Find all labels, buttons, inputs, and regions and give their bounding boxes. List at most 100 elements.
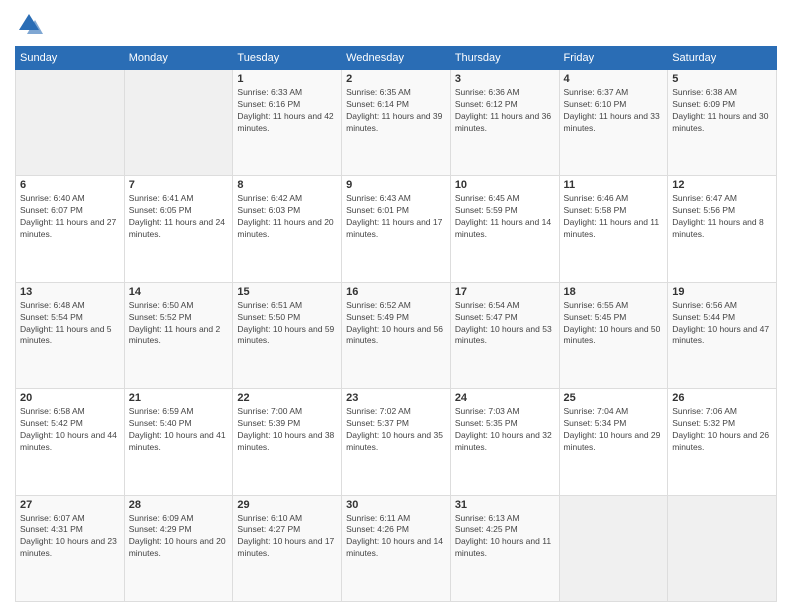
week-row-4: 27 Sunrise: 6:07 AM Sunset: 4:31 PM Dayli…: [16, 495, 777, 601]
day-info: Sunrise: 6:36 AM Sunset: 6:12 PM Dayligh…: [455, 87, 555, 135]
day-info: Sunrise: 6:56 AM Sunset: 5:44 PM Dayligh…: [672, 300, 772, 348]
day-number: 6: [20, 179, 120, 191]
day-info: Sunrise: 6:43 AM Sunset: 6:01 PM Dayligh…: [346, 193, 446, 241]
day-number: 17: [455, 286, 555, 298]
weekday-row: SundayMondayTuesdayWednesdayThursdayFrid…: [16, 47, 777, 70]
day-info: Sunrise: 6:55 AM Sunset: 5:45 PM Dayligh…: [564, 300, 664, 348]
day-info: Sunrise: 6:35 AM Sunset: 6:14 PM Dayligh…: [346, 87, 446, 135]
day-info: Sunrise: 6:42 AM Sunset: 6:03 PM Dayligh…: [237, 193, 337, 241]
calendar-cell: 30 Sunrise: 6:11 AM Sunset: 4:26 PM Dayli…: [342, 495, 451, 601]
calendar-cell: 15 Sunrise: 6:51 AM Sunset: 5:50 PM Dayli…: [233, 282, 342, 388]
logo-icon: [15, 10, 43, 38]
calendar-cell: [16, 70, 125, 176]
day-number: 28: [129, 499, 229, 511]
calendar-header: SundayMondayTuesdayWednesdayThursdayFrid…: [16, 47, 777, 70]
logo: [15, 10, 47, 38]
day-info: Sunrise: 6:09 AM Sunset: 4:29 PM Dayligh…: [129, 513, 229, 561]
day-number: 31: [455, 499, 555, 511]
calendar-cell: [668, 495, 777, 601]
day-number: 1: [237, 73, 337, 85]
calendar-cell: [124, 70, 233, 176]
day-info: Sunrise: 6:07 AM Sunset: 4:31 PM Dayligh…: [20, 513, 120, 561]
day-number: 9: [346, 179, 446, 191]
day-number: 5: [672, 73, 772, 85]
calendar-cell: 1Sunrise: 6:33 AM Sunset: 6:16 PM Daylig…: [233, 70, 342, 176]
day-number: 3: [455, 73, 555, 85]
day-info: Sunrise: 7:06 AM Sunset: 5:32 PM Dayligh…: [672, 406, 772, 454]
calendar-cell: 31 Sunrise: 6:13 AM Sunset: 4:25 PM Dayli…: [450, 495, 559, 601]
calendar-cell: 17 Sunrise: 6:54 AM Sunset: 5:47 PM Dayli…: [450, 282, 559, 388]
day-info: Sunrise: 6:38 AM Sunset: 6:09 PM Dayligh…: [672, 87, 772, 135]
calendar-cell: 22Sunrise: 7:00 AM Sunset: 5:39 PM Dayli…: [233, 389, 342, 495]
day-info: Sunrise: 6:13 AM Sunset: 4:25 PM Dayligh…: [455, 513, 555, 561]
day-number: 24: [455, 392, 555, 404]
week-row-2: 13Sunrise: 6:48 AM Sunset: 5:54 PM Dayli…: [16, 282, 777, 388]
calendar-cell: 24Sunrise: 7:03 AM Sunset: 5:35 PM Dayli…: [450, 389, 559, 495]
day-info: Sunrise: 6:59 AM Sunset: 5:40 PM Dayligh…: [129, 406, 229, 454]
calendar-cell: 9 Sunrise: 6:43 AM Sunset: 6:01 PM Daylig…: [342, 176, 451, 282]
calendar-cell: 14 Sunrise: 6:50 AM Sunset: 5:52 PM Dayli…: [124, 282, 233, 388]
weekday-header-thursday: Thursday: [450, 47, 559, 70]
calendar-cell: 4 Sunrise: 6:37 AM Sunset: 6:10 PM Daylig…: [559, 70, 668, 176]
day-info: Sunrise: 6:54 AM Sunset: 5:47 PM Dayligh…: [455, 300, 555, 348]
weekday-header-monday: Monday: [124, 47, 233, 70]
week-row-3: 20 Sunrise: 6:58 AM Sunset: 5:42 PM Dayli…: [16, 389, 777, 495]
calendar-cell: 19Sunrise: 6:56 AM Sunset: 5:44 PM Dayli…: [668, 282, 777, 388]
week-row-0: 1Sunrise: 6:33 AM Sunset: 6:16 PM Daylig…: [16, 70, 777, 176]
day-number: 12: [672, 179, 772, 191]
day-number: 7: [129, 179, 229, 191]
day-info: Sunrise: 6:10 AM Sunset: 4:27 PM Dayligh…: [237, 513, 337, 561]
day-info: Sunrise: 6:41 AM Sunset: 6:05 PM Dayligh…: [129, 193, 229, 241]
day-info: Sunrise: 7:04 AM Sunset: 5:34 PM Dayligh…: [564, 406, 664, 454]
day-number: 29: [237, 499, 337, 511]
calendar-cell: 3 Sunrise: 6:36 AM Sunset: 6:12 PM Daylig…: [450, 70, 559, 176]
day-number: 30: [346, 499, 446, 511]
calendar-cell: 6 Sunrise: 6:40 AM Sunset: 6:07 PM Daylig…: [16, 176, 125, 282]
calendar-cell: 8Sunrise: 6:42 AM Sunset: 6:03 PM Daylig…: [233, 176, 342, 282]
weekday-header-saturday: Saturday: [668, 47, 777, 70]
day-number: 20: [20, 392, 120, 404]
day-info: Sunrise: 6:48 AM Sunset: 5:54 PM Dayligh…: [20, 300, 120, 348]
day-number: 25: [564, 392, 664, 404]
calendar-cell: 5 Sunrise: 6:38 AM Sunset: 6:09 PM Daylig…: [668, 70, 777, 176]
calendar: SundayMondayTuesdayWednesdayThursdayFrid…: [15, 46, 777, 602]
day-number: 27: [20, 499, 120, 511]
day-info: Sunrise: 6:47 AM Sunset: 5:56 PM Dayligh…: [672, 193, 772, 241]
calendar-body: 1Sunrise: 6:33 AM Sunset: 6:16 PM Daylig…: [16, 70, 777, 602]
day-info: Sunrise: 6:11 AM Sunset: 4:26 PM Dayligh…: [346, 513, 446, 561]
day-info: Sunrise: 6:46 AM Sunset: 5:58 PM Dayligh…: [564, 193, 664, 241]
week-row-1: 6 Sunrise: 6:40 AM Sunset: 6:07 PM Daylig…: [16, 176, 777, 282]
calendar-cell: 10 Sunrise: 6:45 AM Sunset: 5:59 PM Dayli…: [450, 176, 559, 282]
day-number: 10: [455, 179, 555, 191]
calendar-cell: [559, 495, 668, 601]
calendar-cell: 26 Sunrise: 7:06 AM Sunset: 5:32 PM Dayli…: [668, 389, 777, 495]
day-number: 18: [564, 286, 664, 298]
day-info: Sunrise: 6:45 AM Sunset: 5:59 PM Dayligh…: [455, 193, 555, 241]
day-info: Sunrise: 6:52 AM Sunset: 5:49 PM Dayligh…: [346, 300, 446, 348]
day-number: 14: [129, 286, 229, 298]
day-number: 26: [672, 392, 772, 404]
day-info: Sunrise: 6:37 AM Sunset: 6:10 PM Dayligh…: [564, 87, 664, 135]
calendar-cell: 11Sunrise: 6:46 AM Sunset: 5:58 PM Dayli…: [559, 176, 668, 282]
day-number: 22: [237, 392, 337, 404]
day-info: Sunrise: 6:50 AM Sunset: 5:52 PM Dayligh…: [129, 300, 229, 348]
header: [15, 10, 777, 38]
calendar-cell: 21Sunrise: 6:59 AM Sunset: 5:40 PM Dayli…: [124, 389, 233, 495]
day-number: 2: [346, 73, 446, 85]
day-info: Sunrise: 6:58 AM Sunset: 5:42 PM Dayligh…: [20, 406, 120, 454]
calendar-cell: 12 Sunrise: 6:47 AM Sunset: 5:56 PM Dayli…: [668, 176, 777, 282]
calendar-cell: 29 Sunrise: 6:10 AM Sunset: 4:27 PM Dayli…: [233, 495, 342, 601]
weekday-header-wednesday: Wednesday: [342, 47, 451, 70]
calendar-cell: 27 Sunrise: 6:07 AM Sunset: 4:31 PM Dayli…: [16, 495, 125, 601]
calendar-cell: 23Sunrise: 7:02 AM Sunset: 5:37 PM Dayli…: [342, 389, 451, 495]
day-number: 4: [564, 73, 664, 85]
calendar-cell: 18 Sunrise: 6:55 AM Sunset: 5:45 PM Dayli…: [559, 282, 668, 388]
weekday-header-sunday: Sunday: [16, 47, 125, 70]
calendar-cell: 25 Sunrise: 7:04 AM Sunset: 5:34 PM Dayli…: [559, 389, 668, 495]
day-number: 15: [237, 286, 337, 298]
day-info: Sunrise: 6:40 AM Sunset: 6:07 PM Dayligh…: [20, 193, 120, 241]
day-number: 23: [346, 392, 446, 404]
calendar-cell: 16Sunrise: 6:52 AM Sunset: 5:49 PM Dayli…: [342, 282, 451, 388]
day-info: Sunrise: 6:51 AM Sunset: 5:50 PM Dayligh…: [237, 300, 337, 348]
calendar-cell: 28 Sunrise: 6:09 AM Sunset: 4:29 PM Dayli…: [124, 495, 233, 601]
